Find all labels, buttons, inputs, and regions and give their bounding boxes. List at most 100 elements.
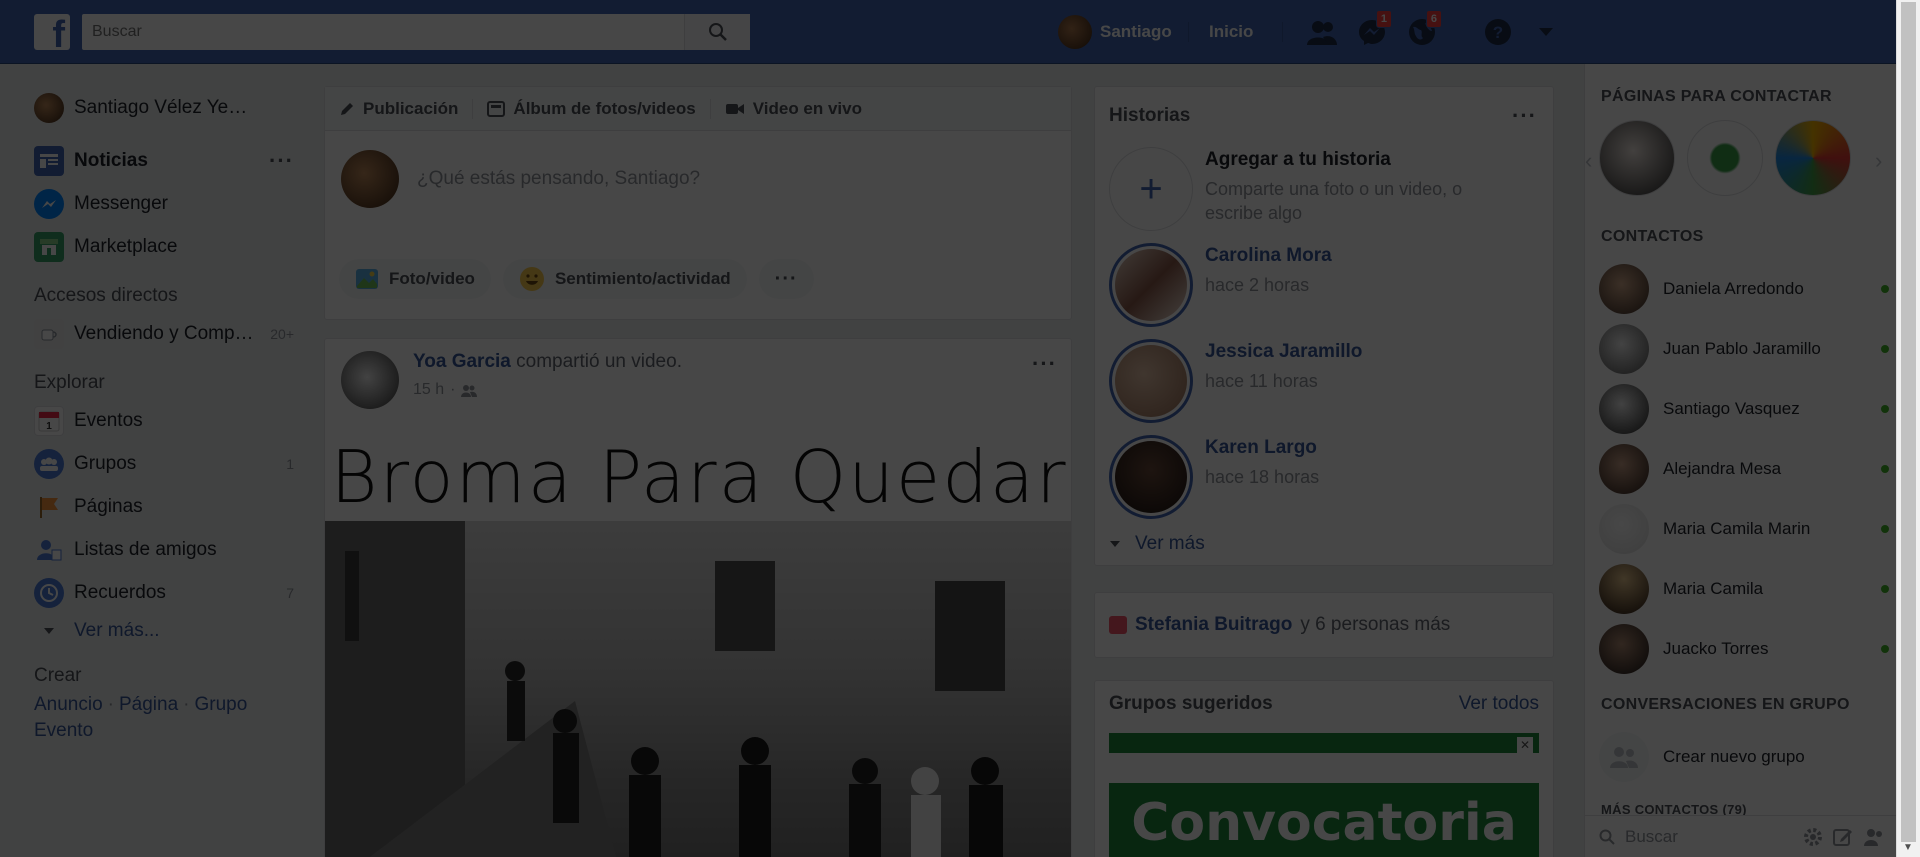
contact-row[interactable]: Santiago Vasquez [1599,384,1889,434]
contact-row[interactable]: Juacko Torres [1599,624,1889,674]
calendar-icon: 1 [34,405,64,436]
page-scrollbar[interactable]: ▼ [1896,0,1920,857]
sidebar-item-events[interactable]: 1 Eventos [34,399,294,442]
create-event-link[interactable]: Evento [34,720,93,741]
chevron-left-icon[interactable]: ‹ [1585,148,1592,174]
search-input[interactable] [82,14,682,50]
story-item[interactable]: Carolina Mora hace 2 horas [1109,243,1332,327]
birthday-rest: y 6 personas más [1300,614,1451,635]
facebook-logo[interactable]: f [34,14,70,54]
home-link[interactable]: Inicio [1209,22,1253,42]
contact-name: Daniela Arredondo [1663,279,1804,298]
sidebar-item-shortcut[interactable]: Vendiendo y Comp… 20+ [34,312,294,355]
messages-button[interactable]: 1 [1356,10,1392,48]
post-headline: Yoa Garcia compartió un video. [413,351,682,373]
avatar[interactable] [341,351,399,409]
see-more-link[interactable]: Ver más... [34,614,294,648]
avatar [1115,249,1187,321]
tab-label: Video en vivo [752,98,862,118]
story-item[interactable]: Karen Largo hace 18 horas [1109,435,1319,519]
notifications-button[interactable]: 6 [1406,10,1442,48]
search-button[interactable] [684,14,750,50]
birthdays-panel[interactable]: Stefania Buitrago y 6 personas más [1094,592,1554,658]
avatar [1599,444,1649,494]
composer-input-area[interactable]: ¿Qué estás pensando, Santiago? [325,131,1071,227]
more-actions-button[interactable]: ··· [758,259,814,299]
create-group-button[interactable]: Crear nuevo grupo [1599,732,1805,782]
more-options-icon[interactable]: ··· [269,148,294,174]
divider [472,98,474,119]
friend-requests-button[interactable] [1306,16,1338,48]
profile-link[interactable]: Santiago [1058,15,1172,49]
page-avatar[interactable] [1775,120,1851,196]
chat-search-input[interactable]: Buscar [1625,827,1793,847]
story-ring [1109,435,1193,519]
page-avatar[interactable] [1599,120,1675,196]
post-video-thumbnail[interactable]: Broma Para Quedar [325,425,1071,857]
feeling-activity-button[interactable]: Sentimiento/actividad [502,259,747,299]
scrollbar-thumb[interactable] [1901,2,1916,842]
create-group-link[interactable]: Grupo [195,694,248,715]
sidebar-item-news-feed[interactable]: Noticias ··· [34,139,294,182]
see-all-groups-link[interactable]: Ver todos [1459,693,1539,715]
smiley-icon [519,267,544,291]
group-cover-image[interactable]: ✕ Convocatoria [1109,733,1539,857]
post-timestamp[interactable]: 15 h [413,381,444,399]
contact-row[interactable]: Alejandra Mesa [1599,444,1889,494]
sidebar-item-count: 20+ [270,325,294,342]
sidebar-item-pages[interactable]: Páginas [34,485,294,528]
online-indicator [1881,585,1889,593]
stories-options-icon[interactable]: ··· [1512,103,1537,129]
sidebar-item-profile[interactable]: Santiago Vélez Ye… [34,86,294,129]
sidebar-item-friend-lists[interactable]: Listas de amigos [34,528,294,571]
friend-list-icon [34,535,64,565]
birthday-name[interactable]: Stefania Buitrago [1135,614,1292,636]
group-chat-icon[interactable] [1863,827,1885,847]
action-label: Foto/video [389,269,475,288]
divider [1188,22,1189,42]
gear-icon[interactable] [1803,827,1823,847]
close-icon[interactable]: ✕ [1517,737,1533,753]
account-menu-button[interactable] [1530,16,1562,48]
scroll-down-arrow-icon[interactable]: ▼ [1903,842,1913,853]
tab-photo-album[interactable]: Álbum de fotos/videos [487,98,696,119]
online-indicator [1881,405,1889,413]
tab-live-video[interactable]: Video en vivo [725,99,862,119]
post-author-link[interactable]: Yoa Garcia [413,351,511,372]
sidebar-item-groups[interactable]: Grupos 1 [34,442,294,485]
suggested-groups-heading: Grupos sugeridos [1109,693,1273,714]
search-icon [708,23,727,41]
sidebar-item-label: Eventos [74,409,143,431]
sidebar-item-marketplace[interactable]: Marketplace [34,225,294,268]
chevron-right-icon[interactable]: › [1875,148,1882,174]
post-composer: Publicación Álbum de fotos/videos Video … [324,86,1072,320]
contact-row[interactable]: Juan Pablo Jaramillo [1599,324,1889,374]
create-ad-link[interactable]: Anuncio [34,694,103,715]
pencil-icon [341,102,353,115]
contact-row[interactable]: Maria Camila Marin [1599,504,1889,554]
photo-video-button[interactable]: Foto/video [339,259,491,299]
tab-post[interactable]: Publicación [339,99,458,119]
add-story-item[interactable]: + Agregar a tu historia Comparte una fot… [1109,147,1495,231]
sidebar-item-messenger[interactable]: Messenger [34,182,294,225]
online-indicator [1881,285,1889,293]
page-avatar[interactable] [1687,120,1763,196]
create-page-link[interactable]: Página [119,694,178,715]
post-options-icon[interactable]: ··· [1032,351,1057,377]
tab-label: Álbum de fotos/videos [513,98,696,118]
shortcuts-heading: Accesos directos [34,285,178,306]
quick-help-button[interactable]: ? [1482,16,1514,48]
add-story-title: Agregar a tu historia [1205,149,1391,170]
add-story-subtitle: Comparte una foto o un video, o escribe … [1205,179,1463,223]
friends-audience-icon[interactable] [461,384,478,397]
contact-row[interactable]: Daniela Arredondo [1599,264,1889,314]
search-box [82,14,750,50]
story-item[interactable]: Jessica Jaramillo hace 11 horas [1109,339,1362,423]
chat-sidebar: Páginas para contactar ‹ › Contactos Dan… [1584,64,1897,857]
stories-see-more-link[interactable]: Ver más [1109,533,1205,555]
sidebar-item-label: Listas de amigos [74,538,217,560]
contact-row[interactable]: Maria Camila [1599,564,1889,614]
sidebar-item-memories[interactable]: Recuerdos 7 [34,571,294,614]
album-icon [487,100,506,117]
new-message-icon[interactable] [1833,827,1853,847]
